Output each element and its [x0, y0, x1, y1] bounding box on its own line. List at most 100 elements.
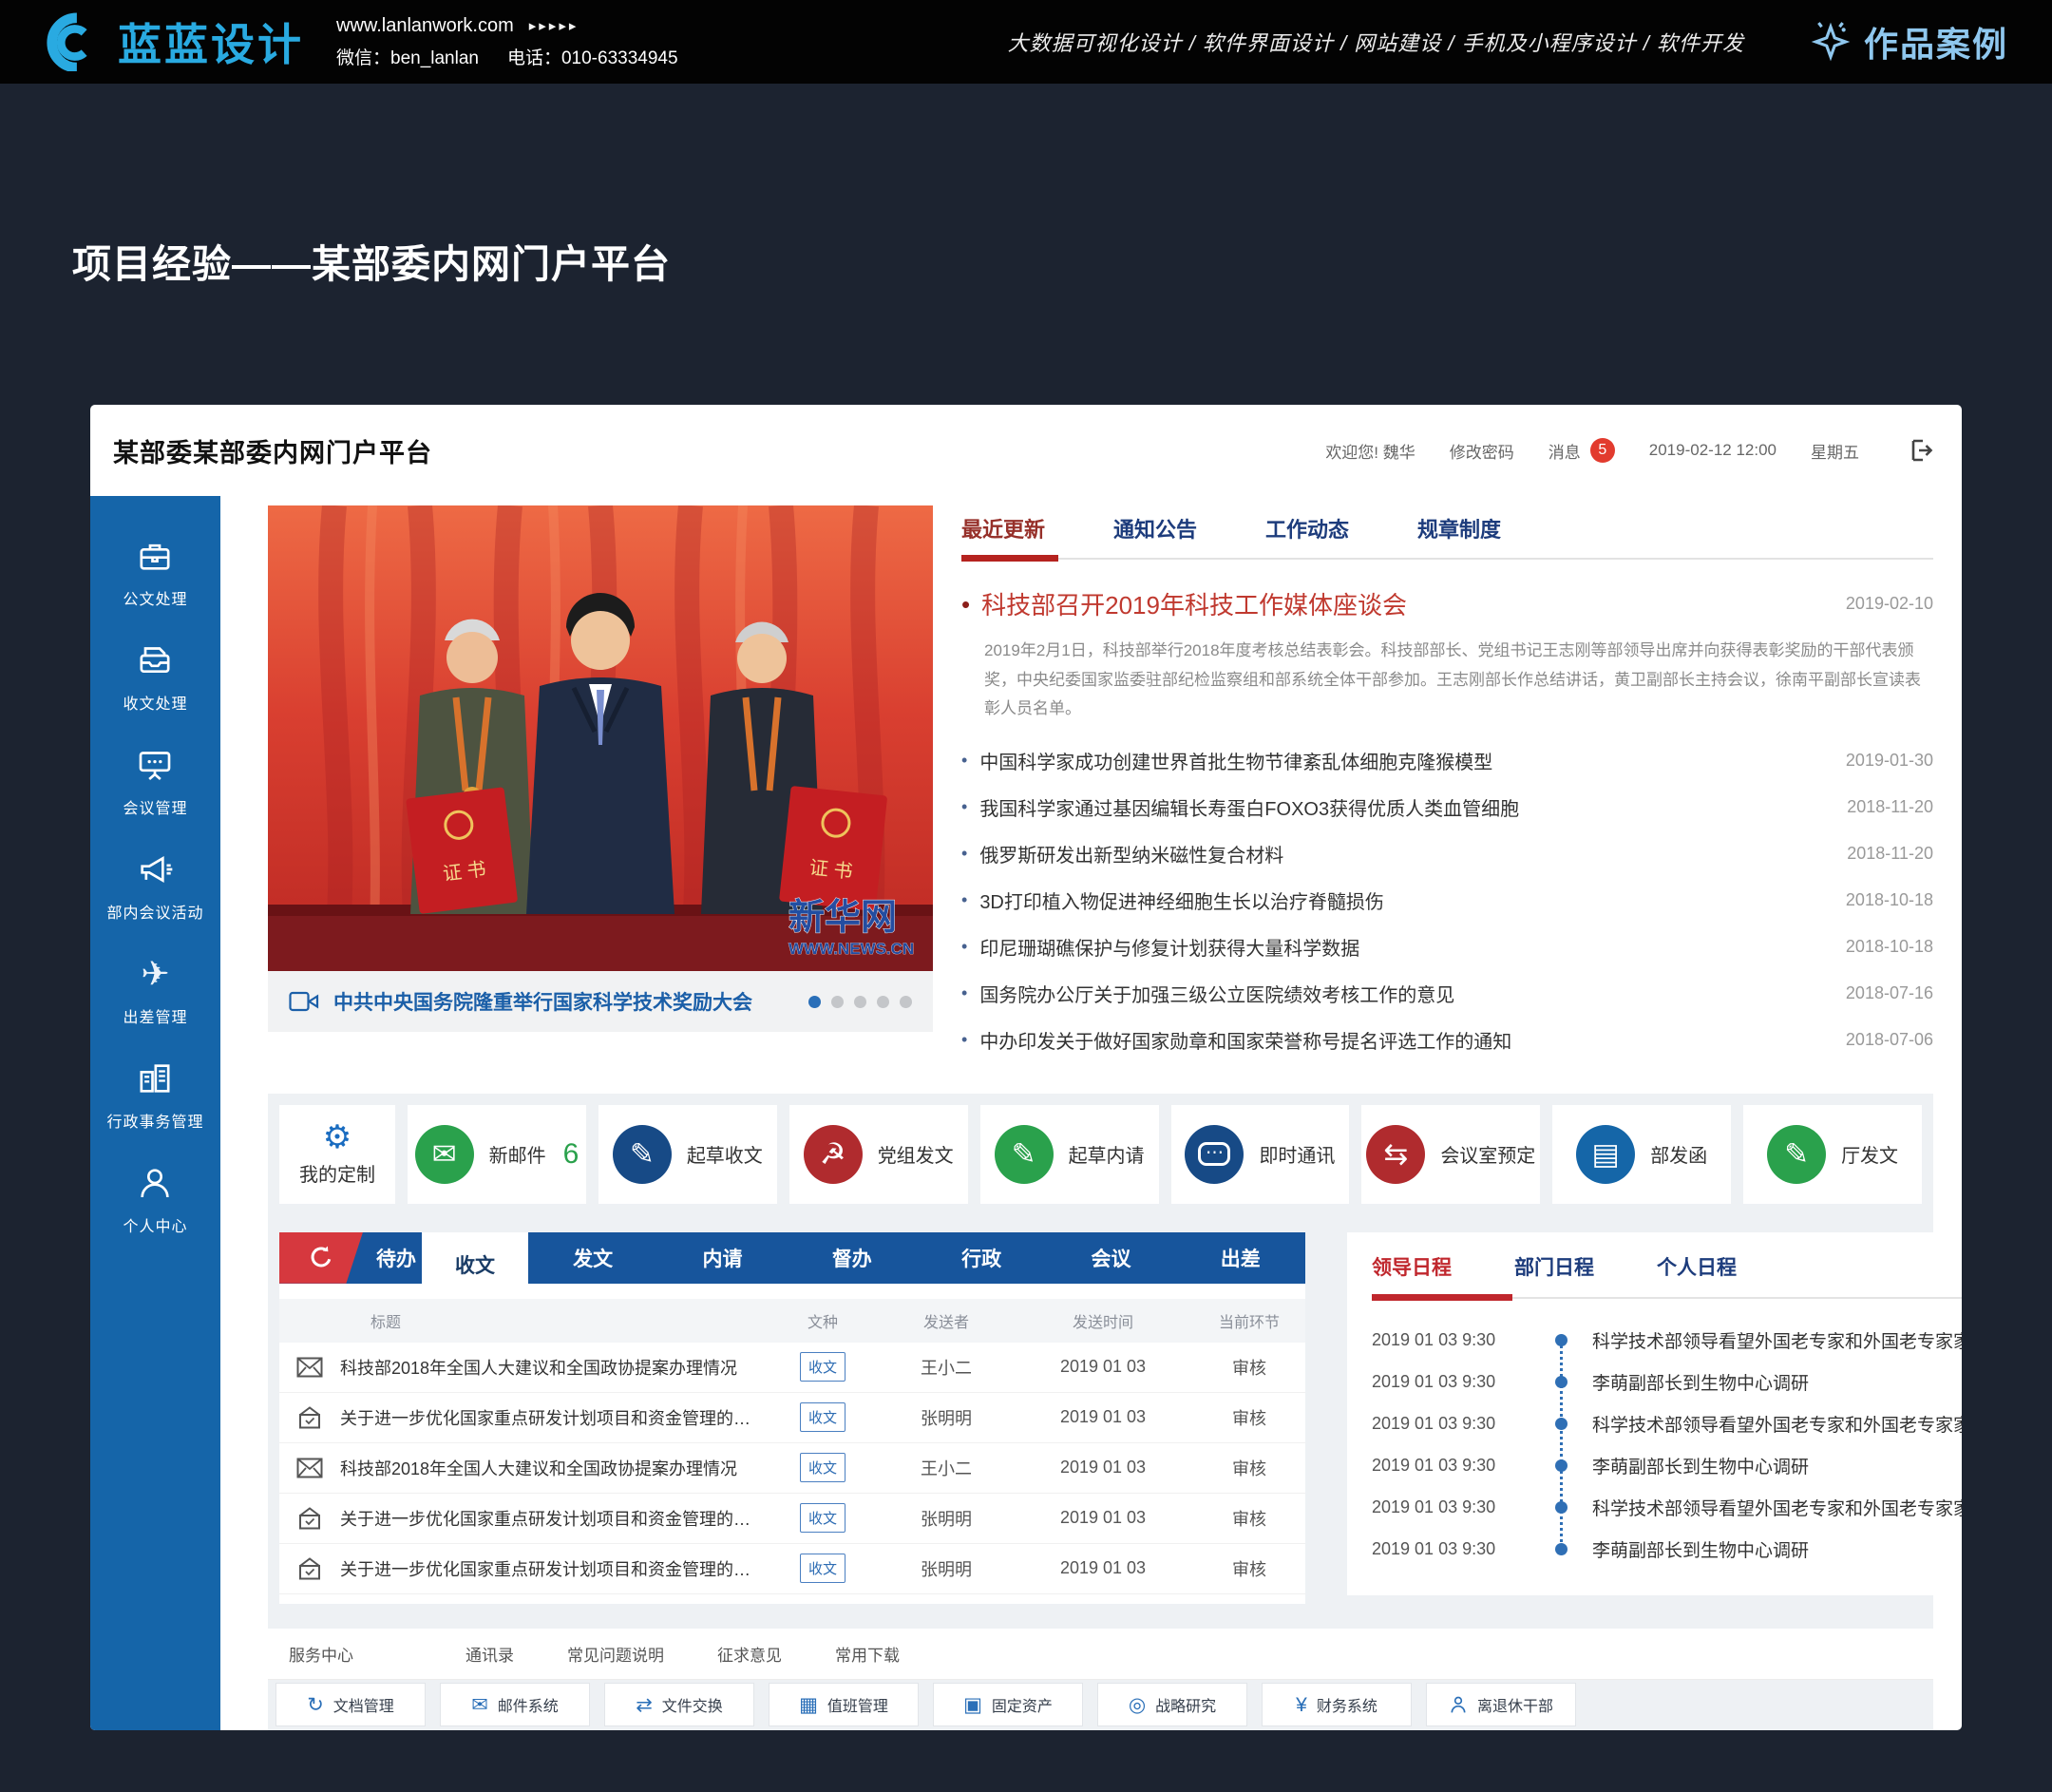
website-link[interactable]: www.lanlanwork.com — [336, 15, 514, 37]
tab-regulations[interactable]: 规章制度 — [1417, 513, 1501, 543]
page-title: 项目经验——某部委内网门户平台 — [72, 232, 2052, 289]
quick-action-office-dispatch[interactable]: ✎ 厅发文 — [1743, 1105, 1922, 1204]
app-file-exchange[interactable]: ⇄文件交换 — [604, 1683, 754, 1726]
sidebar-item-bunei-huiyi[interactable]: 部内会议活动 — [106, 849, 203, 923]
carousel-caption[interactable]: 中共中央国务院隆重举行国家科学技术奖励大会 — [333, 987, 752, 1016]
app-mail-system[interactable]: ✉邮件系统 — [440, 1683, 590, 1726]
sidebar-item-xingzheng[interactable]: 行政事务管理 — [106, 1058, 203, 1132]
downloads-link[interactable]: 常用下载 — [835, 1642, 900, 1666]
sidebar-item-shouwen[interactable]: 收文处理 — [123, 640, 187, 714]
tab-work-trends[interactable]: 工作动态 — [1265, 513, 1349, 543]
tab-personal-schedule[interactable]: 个人日程 — [1657, 1252, 1737, 1281]
carousel-dot[interactable] — [900, 996, 912, 1008]
messages-link[interactable]: 消息 5 — [1548, 438, 1615, 463]
task-tab-internal[interactable]: 内请 — [657, 1232, 787, 1284]
sidebar-item-gongwen[interactable]: 公文处理 — [123, 536, 187, 609]
feedback-link[interactable]: 征求意见 — [717, 1642, 782, 1666]
service-center-link[interactable]: 服务中心 — [289, 1642, 353, 1666]
retiree-icon — [1449, 1694, 1468, 1715]
news-list-item[interactable]: •我国科学家通过基因编辑长寿蛋白FOXO3获得优质人类血管细胞2018-11-2… — [961, 784, 1933, 830]
carousel-dot[interactable] — [877, 996, 889, 1008]
change-password-link[interactable]: 修改密码 — [1450, 439, 1514, 463]
building-icon — [136, 1058, 174, 1098]
schedule-item[interactable]: 2019 01 03 9:30李萌副部长到生物中心调研 — [1372, 1362, 1962, 1403]
news-list: •中国科学家成功创建世界首批生物节律紊乱体细胞克隆猴模型2019-01-30 •… — [961, 737, 1933, 1063]
table-row[interactable]: 科技部2018年全国人大建议和全国政协提案办理情况 收文 王小二 2019 01… — [279, 1343, 1305, 1393]
award-ceremony-photo[interactable]: 证 书 — [268, 505, 933, 971]
quick-action-draft-internal[interactable]: ✎ 起草内请 — [980, 1105, 1159, 1204]
carousel-dot[interactable] — [854, 996, 866, 1008]
contacts-link[interactable]: 通讯录 — [466, 1642, 514, 1666]
sidebar-item-chuchai[interactable]: ✈ 出差管理 — [123, 954, 187, 1027]
doc-type-badge: 收文 — [800, 1554, 846, 1583]
app-document-management[interactable]: ↻文档管理 — [276, 1683, 426, 1726]
task-tab-trip[interactable]: 出差 — [1176, 1232, 1305, 1284]
news-list-item[interactable]: •中办印发关于做好国家勋章和国家荣誉称号提名评选工作的通知2018-07-06 — [961, 1017, 1933, 1063]
services-list: 大数据可视化设计 / 软件界面设计 / 网站建设 / 手机及小程序设计 / 软件… — [1008, 27, 1744, 57]
schedule-list: 2019 01 03 9:30科学技术部领导看望外国老专家和外国老专家家属 20… — [1372, 1320, 1962, 1571]
app-finance-system[interactable]: ¥财务系统 — [1262, 1683, 1412, 1726]
quick-action-my-customization[interactable]: ⚙ 我的定制 — [279, 1105, 395, 1204]
sidebar-item-huiyi[interactable]: 会议管理 — [123, 745, 187, 818]
news-list-item[interactable]: •俄罗斯研发出新型纳米磁性复合材料2018-11-20 — [961, 830, 1933, 877]
envelope-icon: ✉ — [471, 1695, 488, 1715]
task-tab-admin[interactable]: 行政 — [917, 1232, 1046, 1284]
mail-closed-icon — [279, 1458, 340, 1478]
document-stack-icon: ▤ — [1576, 1125, 1635, 1184]
app-fixed-assets[interactable]: ▣固定资产 — [933, 1683, 1083, 1726]
schedule-item[interactable]: 2019 01 03 9:30李萌副部长到生物中心调研 — [1372, 1529, 1962, 1571]
task-tab-incoming[interactable]: 收文 — [422, 1232, 528, 1297]
news-list-item[interactable]: •3D打印植入物促进神经细胞生长以治疗脊髓损伤2018-10-18 — [961, 877, 1933, 924]
app-strategy-research[interactable]: ◎战略研究 — [1097, 1683, 1247, 1726]
news-list-item[interactable]: •印尼珊瑚礁保护与修复计划获得大量科学数据2018-10-18 — [961, 924, 1933, 970]
task-tab-supervise[interactable]: 督办 — [788, 1232, 917, 1284]
task-tab-meeting[interactable]: 会议 — [1046, 1232, 1175, 1284]
carousel-dot[interactable] — [808, 996, 821, 1008]
tab-notices[interactable]: 通知公告 — [1113, 513, 1197, 543]
faq-link[interactable]: 常见问题说明 — [567, 1642, 664, 1666]
sync-icon: ↻ — [307, 1695, 324, 1715]
carousel-dots — [808, 996, 912, 1008]
tab-department-schedule[interactable]: 部门日程 — [1514, 1252, 1594, 1281]
app-retired-cadres[interactable]: 离退休干部 — [1426, 1683, 1576, 1726]
task-tab-outgoing[interactable]: 发文 — [528, 1232, 657, 1284]
schedule-item[interactable]: 2019 01 03 9:30科学技术部领导看望外国老专家和外国老专家家属 — [1372, 1403, 1962, 1445]
doc-type-badge: 收文 — [800, 1503, 846, 1533]
quick-action-meeting-room[interactable]: ⇆ 会议室预定 — [1361, 1105, 1540, 1204]
message-count-badge: 5 — [1590, 438, 1615, 463]
portal-screenshot-card: 某部委某部委内网门户平台 欢迎您! 魏华 修改密码 消息 5 2019-02-1… — [90, 405, 1962, 1730]
carousel-dot[interactable] — [831, 996, 844, 1008]
news-list-item[interactable]: •国务院办公厅关于加强三级公立医院绩效考核工作的意见2018-07-16 — [961, 970, 1933, 1017]
quick-action-party-dispatch[interactable]: ☭ 党组发文 — [789, 1105, 968, 1204]
draft-doc-icon: ✎ — [613, 1125, 672, 1184]
top-banner: 蓝蓝设计 www.lanlanwork.com ▸▸▸▸▸ 微信：ben_lan… — [0, 0, 2052, 84]
gear-icon: ⚙ — [323, 1121, 352, 1153]
schedule-item[interactable]: 2019 01 03 9:30李萌副部长到生物中心调研 — [1372, 1445, 1962, 1487]
todo-lead-block[interactable] — [279, 1232, 363, 1284]
todo-label[interactable]: 待办 — [363, 1232, 422, 1284]
sidebar-item-geren[interactable]: 个人中心 — [123, 1163, 187, 1236]
tab-leader-schedule[interactable]: 领导日程 — [1372, 1252, 1452, 1281]
table-row[interactable]: 科技部2018年全国人大建议和全国政协提案办理情况 收文 王小二 2019 01… — [279, 1443, 1305, 1494]
schedule-item[interactable]: 2019 01 03 9:30科学技术部领导看望外国老专家和外国老专家家属 — [1372, 1487, 1962, 1529]
quick-action-ministry-letter[interactable]: ▤ 部发函 — [1552, 1105, 1731, 1204]
quick-action-draft-incoming[interactable]: ✎ 起草收文 — [598, 1105, 777, 1204]
portfolio-link[interactable]: 作品案例 — [1811, 17, 2008, 67]
meeting-room-icon: ⇆ — [1366, 1125, 1425, 1184]
tab-recent-updates[interactable]: 最近更新 — [961, 513, 1045, 543]
table-row[interactable]: 关于进一步优化国家重点研发计划项目和资金管理的通知 收文 张明明 2019 01… — [279, 1494, 1305, 1544]
datetime-text: 2019-02-12 12:00 — [1649, 441, 1776, 460]
finance-icon: ¥ — [1296, 1695, 1307, 1715]
logout-button[interactable] — [1907, 437, 1933, 464]
news-headline[interactable]: • 科技部召开2019年科技工作媒体座谈会 2019-02-10 — [961, 586, 1933, 621]
svg-text:新华网: 新华网 — [788, 898, 897, 938]
messages-label: 消息 — [1548, 439, 1581, 463]
table-row[interactable]: 关于进一步优化国家重点研发计划项目和资金管理的通知 收文 张明明 2019 01… — [279, 1544, 1305, 1594]
schedule-item[interactable]: 2019 01 03 9:30科学技术部领导看望外国老专家和外国老专家家属 — [1372, 1320, 1962, 1362]
quick-action-instant-messaging[interactable]: ⋯ 即时通讯 — [1171, 1105, 1350, 1204]
doc-pen-icon: ✎ — [1767, 1125, 1826, 1184]
table-row[interactable]: 关于进一步优化国家重点研发计划项目和资金管理的通知 收文 张明明 2019 01… — [279, 1393, 1305, 1443]
news-list-item[interactable]: •中国科学家成功创建世界首批生物节律紊乱体细胞克隆猴模型2019-01-30 — [961, 737, 1933, 784]
app-duty-management[interactable]: ▦值班管理 — [769, 1683, 919, 1726]
quick-action-new-mail[interactable]: ✉ 新邮件 6 — [408, 1105, 586, 1204]
